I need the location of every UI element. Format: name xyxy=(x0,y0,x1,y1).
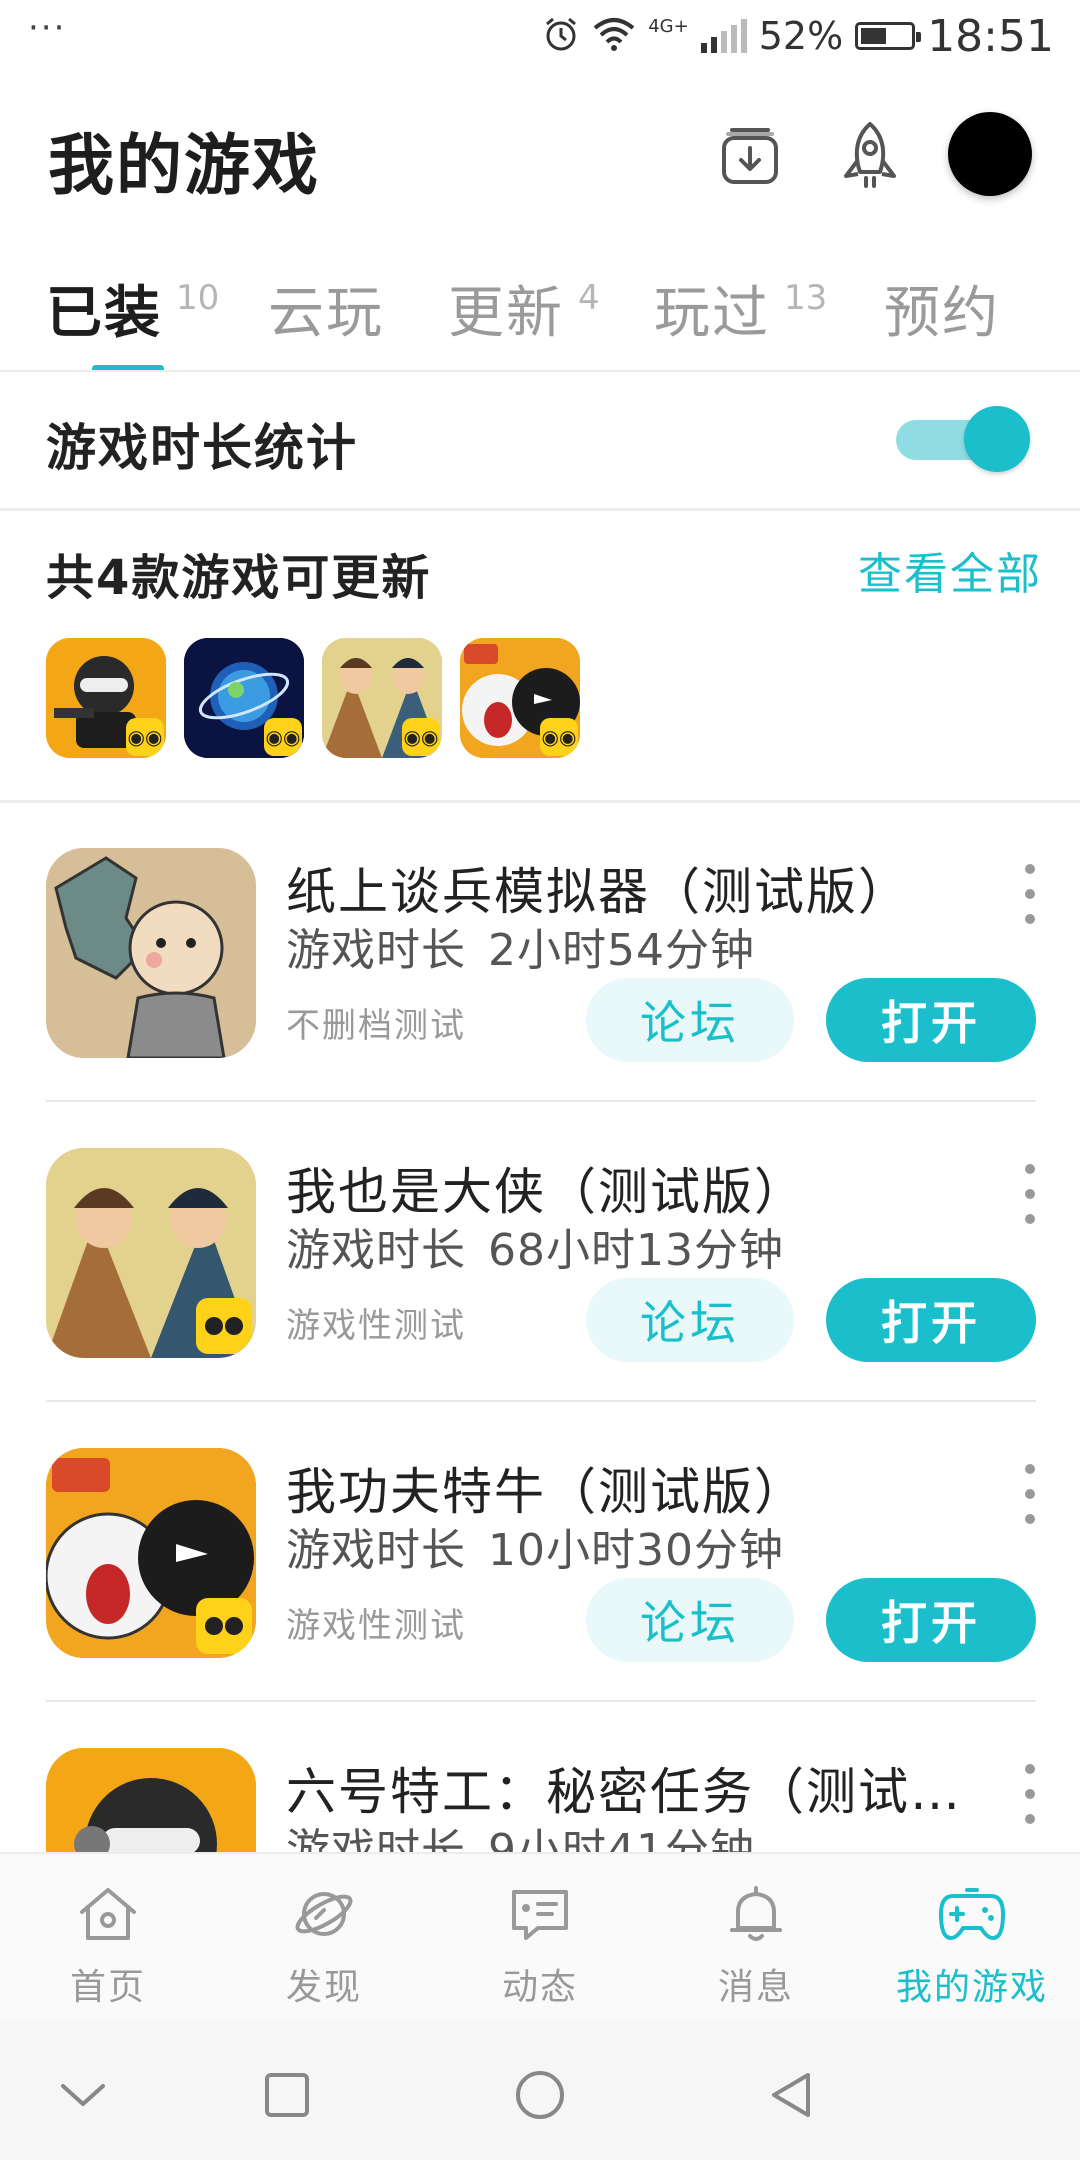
more-options-icon[interactable] xyxy=(1020,864,1040,924)
nav-messages[interactable]: 消息 xyxy=(648,1854,864,2022)
nav-discover[interactable]: 发现 xyxy=(216,1854,432,2022)
tab-played[interactable]: 玩过 13 xyxy=(654,268,827,349)
open-button[interactable]: 打开 xyxy=(826,978,1036,1062)
bell-icon xyxy=(720,1880,792,1948)
update-game-icon[interactable]: ◉◉ xyxy=(46,638,166,758)
nav-home[interactable]: 首页 xyxy=(0,1854,216,2022)
update-game-icon[interactable]: ◉◉ xyxy=(322,638,442,758)
playtime-value: 2小时54分钟 xyxy=(488,925,755,976)
bottom-nav: 首页 发现 动态 消息 我的游戏 xyxy=(0,1852,1080,2022)
status-indicators: 4G+ 52% 18:51 xyxy=(542,8,1054,64)
game-test-tag: 不删档测试 xyxy=(286,1006,466,1046)
download-box-icon[interactable] xyxy=(710,116,790,196)
playtime-label: 游戏时长 xyxy=(286,925,466,976)
playtime-label: 游戏时长 xyxy=(286,1525,466,1576)
nav-label: 首页 xyxy=(69,1967,146,2008)
tab-cloud-play[interactable]: 云玩 xyxy=(268,268,384,349)
chevron-down-icon[interactable] xyxy=(48,2060,118,2130)
game-playtime: 游戏时长 2小时54分钟 xyxy=(286,914,755,978)
home-circle-icon[interactable] xyxy=(505,2060,575,2130)
playtime-stats-label: 游戏时长统计 xyxy=(46,419,358,477)
game-test-tag: 游戏性测试 xyxy=(286,1606,466,1646)
tab-label: 已装 xyxy=(46,281,162,346)
playtime-value: 10小时30分钟 xyxy=(488,1525,784,1576)
message-card-icon xyxy=(504,1880,576,1948)
more-options-icon[interactable] xyxy=(1020,1764,1040,1824)
rocket-icon[interactable] xyxy=(830,116,910,196)
tab-bar: 已装 10 云玩 更新 4 玩过 13 预约 xyxy=(0,258,1080,368)
playtime-stats-toggle[interactable] xyxy=(896,406,1030,474)
divider xyxy=(0,508,1080,511)
tab-label: 更新 xyxy=(448,281,564,346)
update-game-icon[interactable]: ◉◉ xyxy=(460,638,580,758)
page-title: 我的游戏 xyxy=(48,127,320,204)
tab-label: 玩过 xyxy=(654,281,770,346)
tab-updates[interactable]: 更新 4 xyxy=(448,268,600,349)
game-playtime: 游戏时长 68小时13分钟 xyxy=(286,1214,784,1278)
update-game-icon[interactable]: ◉◉ xyxy=(184,638,304,758)
recent-apps-icon[interactable] xyxy=(252,2060,322,2130)
network-type: 4G+ xyxy=(648,15,689,37)
game-icon[interactable] xyxy=(46,1148,256,1358)
battery-icon xyxy=(855,22,922,50)
status-bar: ··· 4G+ 52% 18:51 xyxy=(0,0,1080,72)
divider xyxy=(0,370,1080,372)
divider xyxy=(0,800,1080,803)
open-button[interactable]: 打开 xyxy=(826,1278,1036,1362)
clock: 18:51 xyxy=(927,10,1054,62)
view-all-link[interactable]: 查看全部 xyxy=(858,538,1042,602)
home-icon xyxy=(72,1880,144,1948)
nav-feed[interactable]: 动态 xyxy=(432,1854,648,2022)
game-platform-badge: ◉◉ xyxy=(126,718,164,756)
game-row[interactable]: 纸上谈兵模拟器（测试版） 游戏时长 2小时54分钟 不删档测试 论坛 打开 xyxy=(0,848,1080,1148)
nav-label: 我的游戏 xyxy=(895,1967,1048,2008)
updates-title: 共4款游戏可更新 xyxy=(46,550,432,606)
game-playtime: 游戏时长 10小时30分钟 xyxy=(286,1514,784,1578)
more-options-icon[interactable] xyxy=(1020,1164,1040,1224)
tab-label: 云玩 xyxy=(268,281,384,346)
wifi-icon xyxy=(592,16,636,56)
nav-label: 动态 xyxy=(501,1967,578,2008)
back-triangle-icon[interactable] xyxy=(756,2060,826,2130)
open-button[interactable]: 打开 xyxy=(826,1578,1036,1662)
playtime-label: 游戏时长 xyxy=(286,1225,466,1276)
tab-reservations[interactable]: 预约 xyxy=(884,268,1000,349)
avatar[interactable] xyxy=(948,112,1032,196)
divider xyxy=(46,1100,1036,1102)
battery-percent: 52% xyxy=(758,14,844,58)
toggle-knob xyxy=(964,406,1030,472)
tab-label: 预约 xyxy=(884,281,1000,346)
game-test-tag: 游戏性测试 xyxy=(286,1306,466,1346)
status-dots: ··· xyxy=(28,8,67,48)
nav-label: 发现 xyxy=(285,1967,362,2008)
game-row[interactable]: 我功夫特牛（测试版） 游戏时长 10小时30分钟 游戏性测试 论坛 打开 xyxy=(0,1448,1080,1748)
tab-count: 10 xyxy=(176,278,220,318)
tab-count: 4 xyxy=(578,278,600,318)
nav-label: 消息 xyxy=(717,1967,794,2008)
game-row[interactable]: 我也是大侠（测试版） 游戏时长 68小时13分钟 游戏性测试 论坛 打开 xyxy=(0,1148,1080,1448)
tab-installed[interactable]: 已装 10 xyxy=(46,268,219,349)
game-platform-badge: ◉◉ xyxy=(402,718,440,756)
nav-my-games[interactable]: 我的游戏 xyxy=(864,1854,1080,2022)
planet-icon xyxy=(288,1880,360,1948)
tab-count: 13 xyxy=(784,278,828,318)
forum-button[interactable]: 论坛 xyxy=(586,1578,794,1662)
game-platform-badge: ◉◉ xyxy=(540,718,578,756)
forum-button[interactable]: 论坛 xyxy=(586,1278,794,1362)
system-nav-bar xyxy=(0,2020,1080,2160)
forum-button[interactable]: 论坛 xyxy=(586,978,794,1062)
game-platform-badge: ◉◉ xyxy=(264,718,302,756)
alarm-icon xyxy=(542,15,580,57)
divider xyxy=(46,1700,1036,1702)
more-options-icon[interactable] xyxy=(1020,1464,1040,1524)
signal-icon xyxy=(700,19,747,53)
divider xyxy=(46,1400,1036,1402)
game-icon[interactable] xyxy=(46,1448,256,1658)
gamepad-icon xyxy=(936,1880,1008,1948)
playtime-value: 68小时13分钟 xyxy=(488,1225,784,1276)
game-icon[interactable] xyxy=(46,848,256,1058)
